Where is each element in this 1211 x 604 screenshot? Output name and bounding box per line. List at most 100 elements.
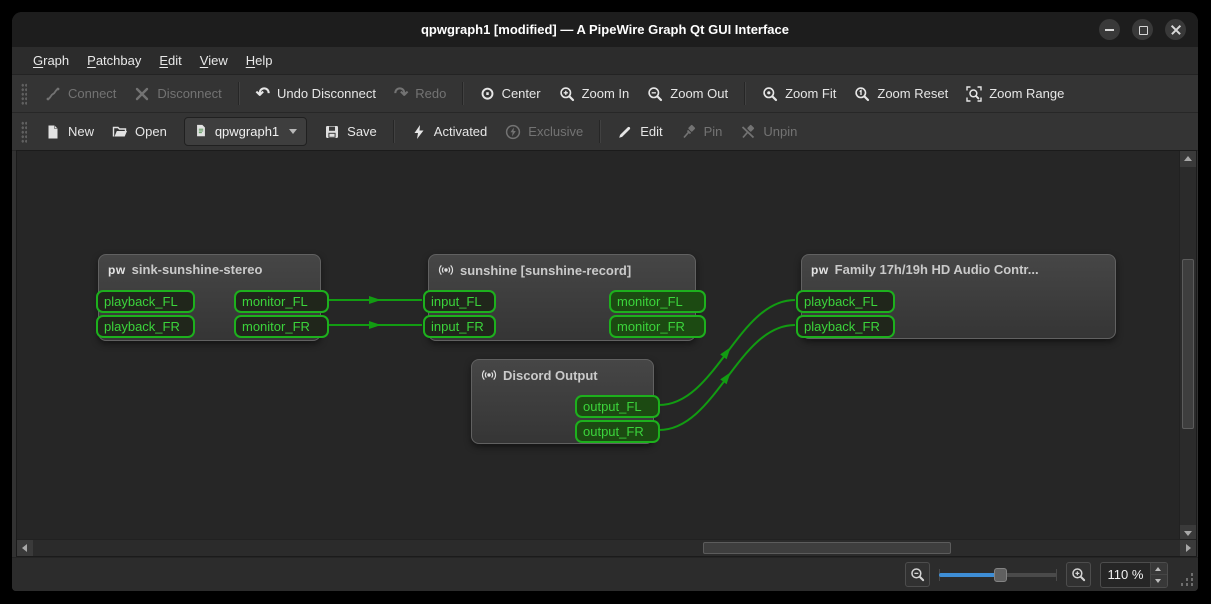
redo-icon: ↷: [393, 83, 409, 103]
horizontal-scrollbar[interactable]: [17, 539, 1196, 556]
vertical-scrollbar-thumb[interactable]: [1182, 259, 1194, 429]
port-playback-fr[interactable]: playback_FR: [796, 315, 895, 338]
zoom-reset-label: Zoom Reset: [877, 86, 949, 101]
lightning-icon: [411, 124, 427, 140]
port-input-fr[interactable]: input_FR: [423, 315, 496, 338]
node-discord-output[interactable]: Discord Output output_FL output_FR: [471, 359, 660, 444]
unpin-label: Unpin: [763, 124, 798, 139]
menubar: Graph Patchbay Edit View Help: [12, 47, 1198, 75]
port-input-fl[interactable]: input_FL: [423, 290, 496, 313]
zoom-fit-icon: [762, 86, 778, 102]
zoom-slider-fill: [939, 572, 1001, 577]
node-sink-sunshine-stereo[interactable]: pw sink-sunshine-stereo playback_FL play…: [96, 254, 329, 341]
scroll-left-button[interactable]: [17, 540, 33, 556]
zoom-reset-button[interactable]: Zoom Reset: [845, 81, 957, 107]
undo-icon: ↶: [255, 83, 270, 103]
zoom-range-icon: [966, 85, 982, 102]
redo-button[interactable]: ↷ Redo: [385, 81, 455, 107]
save-button[interactable]: Save: [315, 119, 386, 145]
zoom-slider[interactable]: [939, 564, 1057, 586]
disconnect-button[interactable]: Disconnect: [125, 81, 230, 107]
zoom-out-button[interactable]: Zoom Out: [638, 81, 737, 107]
new-file-icon: [45, 124, 61, 140]
statusbar-zoom-in-button[interactable]: [1066, 562, 1091, 587]
graph-canvas[interactable]: pw sink-sunshine-stereo playback_FL play…: [16, 150, 1197, 557]
toolbar-drag-handle[interactable]: [21, 82, 27, 105]
patchbay-profile-value: qpwgraph1: [214, 124, 280, 139]
zoom-percent-value[interactable]: 110 %: [1101, 563, 1150, 587]
toolbar-separator: [599, 120, 602, 143]
port-output-fr[interactable]: output_FR: [575, 420, 660, 443]
activated-button[interactable]: Activated: [402, 119, 496, 145]
center-button[interactable]: ⊙ Center: [471, 81, 549, 107]
port-playback-fr[interactable]: playback_FR: [96, 315, 195, 338]
menu-graph[interactable]: Graph: [24, 49, 78, 72]
port-monitor-fl[interactable]: monitor_FL: [234, 290, 329, 313]
zoom-out-icon: [911, 568, 925, 582]
toolbar-drag-handle[interactable]: [21, 120, 27, 143]
node-sunshine-record[interactable]: sunshine [sunshine-record] input_FL inpu…: [423, 254, 706, 341]
menu-patchbay[interactable]: Patchbay: [78, 49, 150, 72]
minimize-icon: [1099, 19, 1120, 40]
disconnect-label: Disconnect: [157, 86, 222, 101]
titlebar: qpwgraph1 [modified] — A PipeWire Graph …: [12, 12, 1198, 47]
menu-edit[interactable]: Edit: [150, 49, 190, 72]
window-controls: [1099, 19, 1186, 40]
statusbar-zoom-out-button[interactable]: [905, 562, 930, 587]
menu-help[interactable]: Help: [237, 49, 282, 72]
open-button[interactable]: Open: [103, 119, 176, 145]
zoom-in-button[interactable]: Zoom In: [550, 81, 639, 107]
window-resize-grip[interactable]: [1180, 572, 1194, 586]
spin-down-button[interactable]: [1151, 575, 1167, 587]
undo-disconnect-button[interactable]: ↶ Undo Disconnect: [247, 81, 385, 107]
node-family-hd-audio[interactable]: pw Family 17h/19h HD Audio Contr... play…: [796, 254, 1116, 339]
zoom-slider-handle[interactable]: [994, 567, 1008, 582]
pin-button[interactable]: Pin: [672, 119, 732, 145]
node-title: sink-sunshine-stereo: [131, 262, 263, 277]
disconnect-icon: [134, 86, 150, 102]
window-title: qpwgraph1 [modified] — A PipeWire Graph …: [420, 22, 789, 37]
connect-label: Connect: [68, 86, 117, 101]
menu-view[interactable]: View: [191, 49, 237, 72]
connect-button[interactable]: Connect: [36, 81, 125, 107]
patchbay-file-icon: [194, 123, 208, 141]
vertical-scrollbar[interactable]: [1179, 151, 1196, 541]
edit-label: Edit: [640, 124, 663, 139]
edit-button[interactable]: Edit: [608, 119, 671, 145]
zoom-in-icon: [559, 86, 575, 102]
zoom-out-icon: [647, 86, 663, 102]
horizontal-scrollbar-thumb[interactable]: [703, 542, 951, 554]
patchbay-profile-combobox[interactable]: qpwgraph1: [183, 117, 308, 146]
port-monitor-fr[interactable]: monitor_FR: [609, 315, 706, 338]
toolbar-separator: [237, 82, 240, 105]
scroll-up-button[interactable]: [1180, 151, 1196, 167]
connection-wires: [328, 296, 796, 431]
maximize-button[interactable]: [1132, 19, 1153, 40]
port-monitor-fl[interactable]: monitor_FL: [609, 290, 706, 313]
redo-label: Redo: [415, 86, 447, 101]
chevron-down-icon: [289, 129, 298, 134]
close-icon: [1165, 19, 1186, 40]
scroll-right-button[interactable]: [1180, 540, 1196, 556]
circled-lightning-icon: [505, 124, 521, 140]
zoom-range-button[interactable]: Zoom Range: [957, 81, 1073, 107]
statusbar: 110 %: [12, 557, 1198, 591]
close-button[interactable]: [1165, 19, 1186, 40]
zoom-fit-button[interactable]: Zoom Fit: [753, 81, 845, 107]
activated-label: Activated: [433, 124, 488, 139]
zoom-out-label: Zoom Out: [670, 86, 729, 101]
spin-up-button[interactable]: [1151, 562, 1167, 575]
zoom-in-label: Zoom In: [581, 86, 630, 101]
port-playback-fl[interactable]: playback_FL: [96, 290, 195, 313]
minimize-button[interactable]: [1099, 19, 1120, 40]
new-button[interactable]: New: [36, 119, 103, 145]
node-title: Family 17h/19h HD Audio Contr...: [834, 262, 1039, 277]
stream-icon: [438, 262, 454, 278]
port-output-fl[interactable]: output_FL: [575, 395, 660, 418]
port-playback-fl[interactable]: playback_FL: [796, 290, 895, 313]
unpin-button[interactable]: Unpin: [731, 119, 806, 145]
port-monitor-fr[interactable]: monitor_FR: [234, 315, 329, 338]
undo-label: Undo Disconnect: [276, 86, 376, 101]
zoom-percent-spinbox[interactable]: 110 %: [1100, 561, 1168, 588]
exclusive-button[interactable]: Exclusive: [496, 119, 592, 145]
